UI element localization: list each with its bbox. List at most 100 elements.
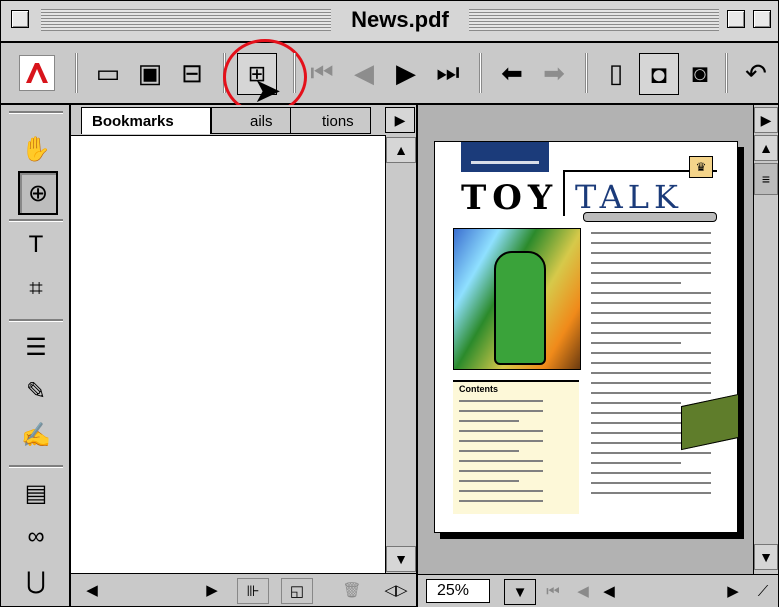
- doc-scroll-up-arrow[interactable]: ▲: [754, 135, 778, 161]
- text-line: [459, 420, 519, 422]
- back-arrow-icon: ⬅: [501, 57, 523, 88]
- fit-width-button[interactable]: ◙: [681, 53, 719, 93]
- toolbar-separator: [75, 53, 78, 93]
- title-bar[interactable]: News.pdf: [1, 1, 778, 43]
- forward-arrow-icon: ➡: [543, 57, 565, 88]
- new-bookmark-icon: ⊪: [246, 583, 260, 600]
- text-line: [591, 252, 711, 254]
- text-line: [591, 382, 711, 384]
- document-view[interactable]: TOY TALK ♛ Contents: [418, 105, 778, 574]
- scroll-up-arrow[interactable]: ▲: [386, 137, 416, 163]
- collapse-box[interactable]: [753, 10, 771, 28]
- new-bookmark-button[interactable]: ⊪: [237, 578, 269, 604]
- link-tool[interactable]: ∞: [18, 517, 54, 557]
- acrobat-window: News.pdf ▭ ▣ ⊟ ⊞ ➤ ⏮ ◀ ▶ ⏭ ⬅ ➡ ▯ ◘ ◙ ↶ ✋: [0, 0, 779, 607]
- hand-tool[interactable]: ✋: [18, 129, 54, 169]
- text-line: [591, 472, 711, 474]
- resize-grip[interactable]: ⟋: [748, 579, 778, 603]
- toolbar-separator: [293, 53, 296, 93]
- text-line: [591, 482, 711, 484]
- text-line: [591, 262, 711, 264]
- toy-car-image: [681, 393, 739, 451]
- open-button[interactable]: ▭: [89, 53, 127, 93]
- toolbar-separator: [479, 53, 482, 93]
- next-page-button[interactable]: ▶: [387, 53, 425, 93]
- text-line: [591, 292, 711, 294]
- zoom-tool[interactable]: ⊕: [18, 171, 58, 215]
- palette-separator: [9, 465, 63, 468]
- film-icon: ▤: [24, 479, 48, 507]
- form-tool[interactable]: ⋃: [18, 561, 54, 601]
- rotate-button[interactable]: ↶: [737, 53, 775, 93]
- pencil-icon: ✎: [25, 377, 47, 405]
- toolbar: ▭ ▣ ⊟ ⊞ ➤ ⏮ ◀ ▶ ⏭ ⬅ ➡ ▯ ◘ ◙ ↶: [1, 39, 778, 115]
- note-tool[interactable]: ☰: [18, 327, 54, 367]
- page-icon: ▯: [608, 57, 624, 88]
- text-line: [459, 470, 543, 472]
- last-page-icon: ⏭: [436, 57, 460, 87]
- magnifier-icon: ⊕: [27, 179, 49, 207]
- scroll-down-arrow[interactable]: ▼: [386, 546, 416, 572]
- status-bar: 25% ▼ ⏮ ◀ ◀ ▶ ⟋: [418, 574, 778, 607]
- doc-scroll-thumb[interactable]: ≡: [754, 163, 778, 195]
- text-line: [591, 462, 681, 464]
- pane-menu-button[interactable]: ▶: [385, 107, 415, 133]
- tab-thumbnails[interactable]: ails: [211, 107, 291, 134]
- highlighter-icon: ✍: [21, 421, 51, 449]
- highlight-tool[interactable]: ✍: [18, 415, 54, 455]
- text-line: [591, 452, 711, 454]
- scroll-left-arrow[interactable]: ◀: [77, 578, 107, 602]
- page-scroll-right-arrow[interactable]: ▶: [718, 579, 748, 603]
- text-line: [459, 490, 543, 492]
- palette-separator: [9, 319, 63, 322]
- go-forward-button[interactable]: ➡: [535, 53, 573, 93]
- print-button[interactable]: ⊟: [173, 53, 211, 93]
- actual-size-button[interactable]: ▯: [597, 53, 635, 93]
- text-line: [459, 480, 519, 482]
- palette-grip: [9, 111, 63, 114]
- scroll-right-arrow[interactable]: ▶: [197, 578, 227, 602]
- text-line: [591, 302, 711, 304]
- previous-page-button[interactable]: ◀: [345, 53, 383, 93]
- text-line: [591, 392, 711, 394]
- document-vertical-scrollbar[interactable]: ▶ ▲ ≡ ▼: [753, 105, 778, 574]
- bookmarks-vertical-scrollbar[interactable]: ▲ ▼: [385, 135, 416, 574]
- page-scroll-left-arrow[interactable]: ◀: [594, 579, 624, 603]
- go-back-button[interactable]: ⬅: [493, 53, 531, 93]
- save-button[interactable]: ▣: [131, 53, 169, 93]
- pdf-page: TOY TALK ♛ Contents: [434, 141, 739, 533]
- delete-bookmark-button[interactable]: 🗑: [337, 578, 367, 602]
- printer-icon: ⊟: [181, 57, 203, 88]
- last-page-button[interactable]: ⏭: [429, 53, 467, 93]
- tool-palette: ✋ ⊕ T ⌗ ☰ ✎ ✍ ▤ ∞ ⋃: [1, 105, 71, 606]
- doc-scroll-menu-arrow[interactable]: ▶: [754, 107, 778, 133]
- fit-page-button[interactable]: ◘: [639, 53, 679, 95]
- masthead-bar: [461, 142, 549, 172]
- document-icon: ◱: [289, 583, 305, 600]
- text-line: [591, 312, 711, 314]
- pencil-tool[interactable]: ✎: [18, 371, 54, 411]
- title-bar-stripes: [469, 9, 719, 31]
- bookmarks-list[interactable]: [71, 136, 385, 573]
- zoom-menu-button[interactable]: ▼: [504, 579, 536, 605]
- text-select-tool[interactable]: T: [18, 225, 54, 265]
- text-line: [459, 500, 543, 502]
- zoom-field[interactable]: 25%: [426, 579, 490, 603]
- next-page-icon: ▶: [396, 57, 416, 88]
- text-line: [591, 242, 711, 244]
- doc-scroll-down-arrow[interactable]: ▼: [754, 544, 778, 570]
- bookmark-options-button[interactable]: ◱: [281, 578, 313, 604]
- text-line: [591, 232, 711, 234]
- tab-bookmarks[interactable]: Bookmarks: [81, 107, 211, 134]
- first-page-icon: ⏮: [310, 57, 334, 87]
- zoom-box[interactable]: [727, 10, 745, 28]
- text-line: [591, 282, 681, 284]
- text-line: [591, 372, 711, 374]
- movie-tool[interactable]: ▤: [18, 473, 54, 513]
- pane-resize-handle[interactable]: ◁▷: [381, 578, 411, 602]
- crop-tool[interactable]: ⌗: [18, 269, 54, 309]
- previous-page-icon: ◀: [354, 57, 374, 88]
- close-box[interactable]: [11, 10, 29, 28]
- first-page-button[interactable]: ⏮: [303, 53, 341, 93]
- page-first-button[interactable]: ⏮: [538, 579, 568, 603]
